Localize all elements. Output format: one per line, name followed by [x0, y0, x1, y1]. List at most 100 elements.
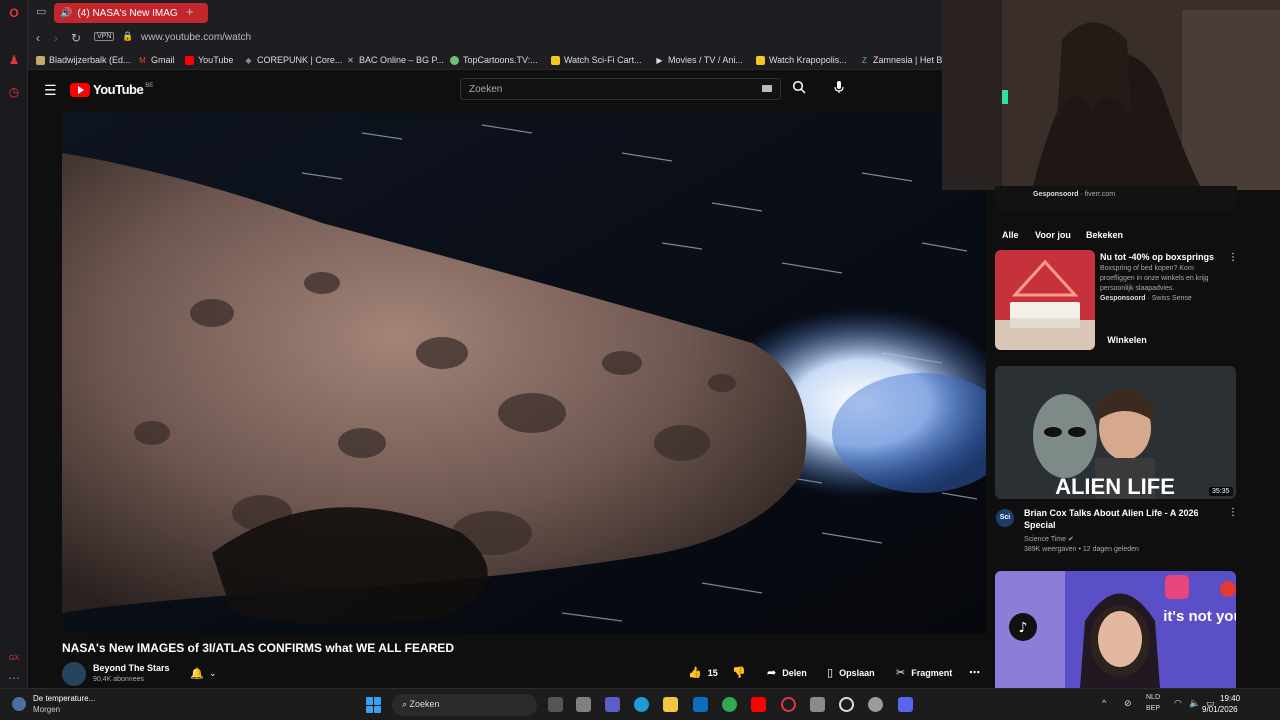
notification-bell-icon[interactable]: 🔔	[190, 667, 204, 680]
lock-icon[interactable]: 🔒	[122, 31, 133, 42]
channel-avatar[interactable]: Sci	[996, 509, 1014, 527]
bed-image	[995, 250, 1095, 350]
vpn-badge[interactable]: VPN	[94, 32, 115, 41]
bookmark-icon: ▯	[827, 667, 834, 679]
thumbs-down-icon: 👎	[732, 667, 746, 679]
video-duration: 35:35	[1209, 487, 1233, 496]
network-off-icon[interactable]: ⊘	[1124, 698, 1132, 709]
forward-icon[interactable]: ›	[54, 31, 58, 45]
opera-sidebar: O ♟ ◷ GX ⋯	[0, 0, 28, 688]
opera-gx-icon[interactable]	[781, 697, 796, 712]
search-button[interactable]	[792, 80, 806, 97]
video-player[interactable]	[62, 113, 986, 634]
video-frame-comet	[62, 113, 986, 634]
outlook-icon[interactable]	[693, 697, 708, 712]
thumbs-up-icon: 👍	[688, 667, 702, 679]
search-icon: ⌕	[402, 699, 410, 709]
bookmark-item[interactable]: M Gmail	[138, 55, 174, 65]
video-thumbnail[interactable]: ♪ it's not you.	[995, 571, 1236, 688]
channel-name[interactable]: Beyond The Stars	[93, 663, 170, 673]
video-title[interactable]: Brian Cox Talks About Alien Life - A 202…	[1024, 507, 1214, 531]
topcartoons-icon	[450, 55, 459, 65]
more-options-icon[interactable]: ⋮	[1228, 507, 1238, 518]
ad-description: Boxspring of bed kopen? Kom proefliggen …	[1100, 265, 1209, 292]
teams-icon[interactable]	[605, 697, 620, 712]
weather-icon[interactable]	[12, 697, 26, 711]
bookmark-item[interactable]: Z Zamnesia | Het Be	[860, 55, 942, 65]
task-view-icon[interactable]	[548, 697, 563, 712]
share-button[interactable]: ➦ Delen	[767, 666, 807, 679]
bookmark-item[interactable]: TopCartoons.TV:...	[450, 55, 538, 65]
more-icon: ⋯	[969, 667, 980, 679]
bookmark-item[interactable]: Watch Krapopolis...	[756, 55, 847, 65]
dislike-button[interactable]: 👎	[732, 666, 752, 679]
tab-menu-icon[interactable]: ▭	[36, 5, 46, 18]
taskbar: De temperature... Morgen ⌕ Zoeken ^ ⊘ NL…	[0, 688, 1280, 720]
bookmark-item[interactable]: Watch Sci-Fi Cart...	[551, 55, 642, 65]
speaker-icon[interactable]: 🔊	[60, 8, 72, 19]
more-icon[interactable]: ⋯	[6, 670, 22, 686]
url-field[interactable]: www.youtube.com/watch	[141, 32, 251, 43]
taskbar-search[interactable]: ⌕ Zoeken	[392, 694, 537, 716]
shop-button[interactable]: Winkelen	[1100, 330, 1154, 350]
webcam-image	[942, 0, 1280, 190]
clock-time[interactable]: 19:40	[1220, 694, 1240, 703]
keyboard-layout[interactable]: BEP	[1146, 705, 1160, 712]
video-thumbnail[interactable]: ALIEN LIFE	[995, 366, 1236, 499]
mic-icon	[834, 81, 844, 93]
chevron-down-icon[interactable]: ⌄	[209, 668, 217, 679]
share-icon: ➦	[767, 667, 777, 679]
wifi-icon[interactable]: ◠	[1174, 698, 1182, 709]
channel-name[interactable]: Science Time ✔	[1024, 535, 1074, 543]
language-indicator[interactable]: NLD	[1146, 694, 1160, 701]
tab-bar: ▭ 🔊 (4) NASA's New IMAG +	[28, 0, 942, 26]
chip-for-you[interactable]: Voor jou	[1035, 230, 1071, 240]
bookmark-item[interactable]: ▶ Movies / TV / Ani...	[655, 55, 742, 65]
back-icon[interactable]: ‹	[36, 31, 40, 45]
bookmark-item[interactable]: ◆ COREPUNK | Core...	[244, 55, 342, 65]
start-button[interactable]	[366, 697, 382, 713]
youtube-logo[interactable]: YouTube BE	[70, 82, 153, 97]
tab-active[interactable]: 🔊 (4) NASA's New IMAG	[54, 3, 208, 23]
thumbnail-text: it's not you.	[1163, 608, 1236, 625]
ad-thumbnail[interactable]	[995, 250, 1095, 350]
discord-icon[interactable]	[898, 697, 913, 712]
reload-icon[interactable]: ↻	[71, 31, 81, 45]
clip-button[interactable]: ✂ Fragment	[896, 666, 952, 679]
clock-date[interactable]: 9/01/2026	[1202, 705, 1238, 714]
bookmark-item[interactable]: YouTube	[185, 55, 233, 65]
history-icon[interactable]: ◷	[6, 84, 22, 100]
store-icon[interactable]	[576, 697, 591, 712]
save-button[interactable]: ▯ Opslaan	[827, 666, 875, 679]
steam-icon[interactable]	[839, 697, 854, 712]
bookmark-item[interactable]: Bladwijzerbalk (Ed...	[36, 55, 131, 65]
chip-watched[interactable]: Bekeken	[1086, 230, 1123, 240]
edge-icon[interactable]	[634, 697, 649, 712]
menu-icon[interactable]: ☰	[44, 82, 57, 99]
more-options-icon[interactable]: ⋮	[1228, 252, 1238, 263]
settings-icon[interactable]	[868, 697, 883, 712]
channel-avatar[interactable]	[62, 662, 86, 686]
like-button[interactable]: 👍 15	[688, 666, 718, 679]
gx-icon[interactable]: GX	[6, 651, 22, 667]
chip-all[interactable]: Alle	[1002, 230, 1019, 240]
calculator-icon[interactable]	[810, 697, 825, 712]
weather-title[interactable]: De temperature...	[33, 694, 95, 703]
more-actions-button[interactable]: ⋯	[969, 666, 986, 679]
file-explorer-icon[interactable]	[663, 697, 678, 712]
scissors-icon: ✂	[896, 667, 906, 679]
youtube-icon[interactable]	[751, 697, 766, 712]
bookmark-item[interactable]: ✕ BAC Online – BG P...	[346, 55, 444, 65]
chrome-icon[interactable]	[722, 697, 737, 712]
opera-logo-icon[interactable]: O	[6, 5, 22, 21]
voice-search-button[interactable]	[833, 80, 845, 97]
aria-icon[interactable]: ♟	[6, 52, 22, 68]
new-tab-button[interactable]: +	[186, 4, 194, 19]
verified-icon: ✔	[1067, 536, 1074, 543]
keyboard-icon[interactable]	[762, 85, 772, 92]
sponsored-banner[interactable]: Gesponsoord · fiverr.com	[995, 186, 1237, 210]
chevron-up-icon[interactable]: ^	[1102, 698, 1106, 708]
volume-icon[interactable]: 🔈	[1189, 698, 1200, 709]
ad-title[interactable]: Nu tot -40% op boxsprings	[1100, 252, 1214, 262]
search-input[interactable]: Zoeken	[460, 78, 781, 100]
